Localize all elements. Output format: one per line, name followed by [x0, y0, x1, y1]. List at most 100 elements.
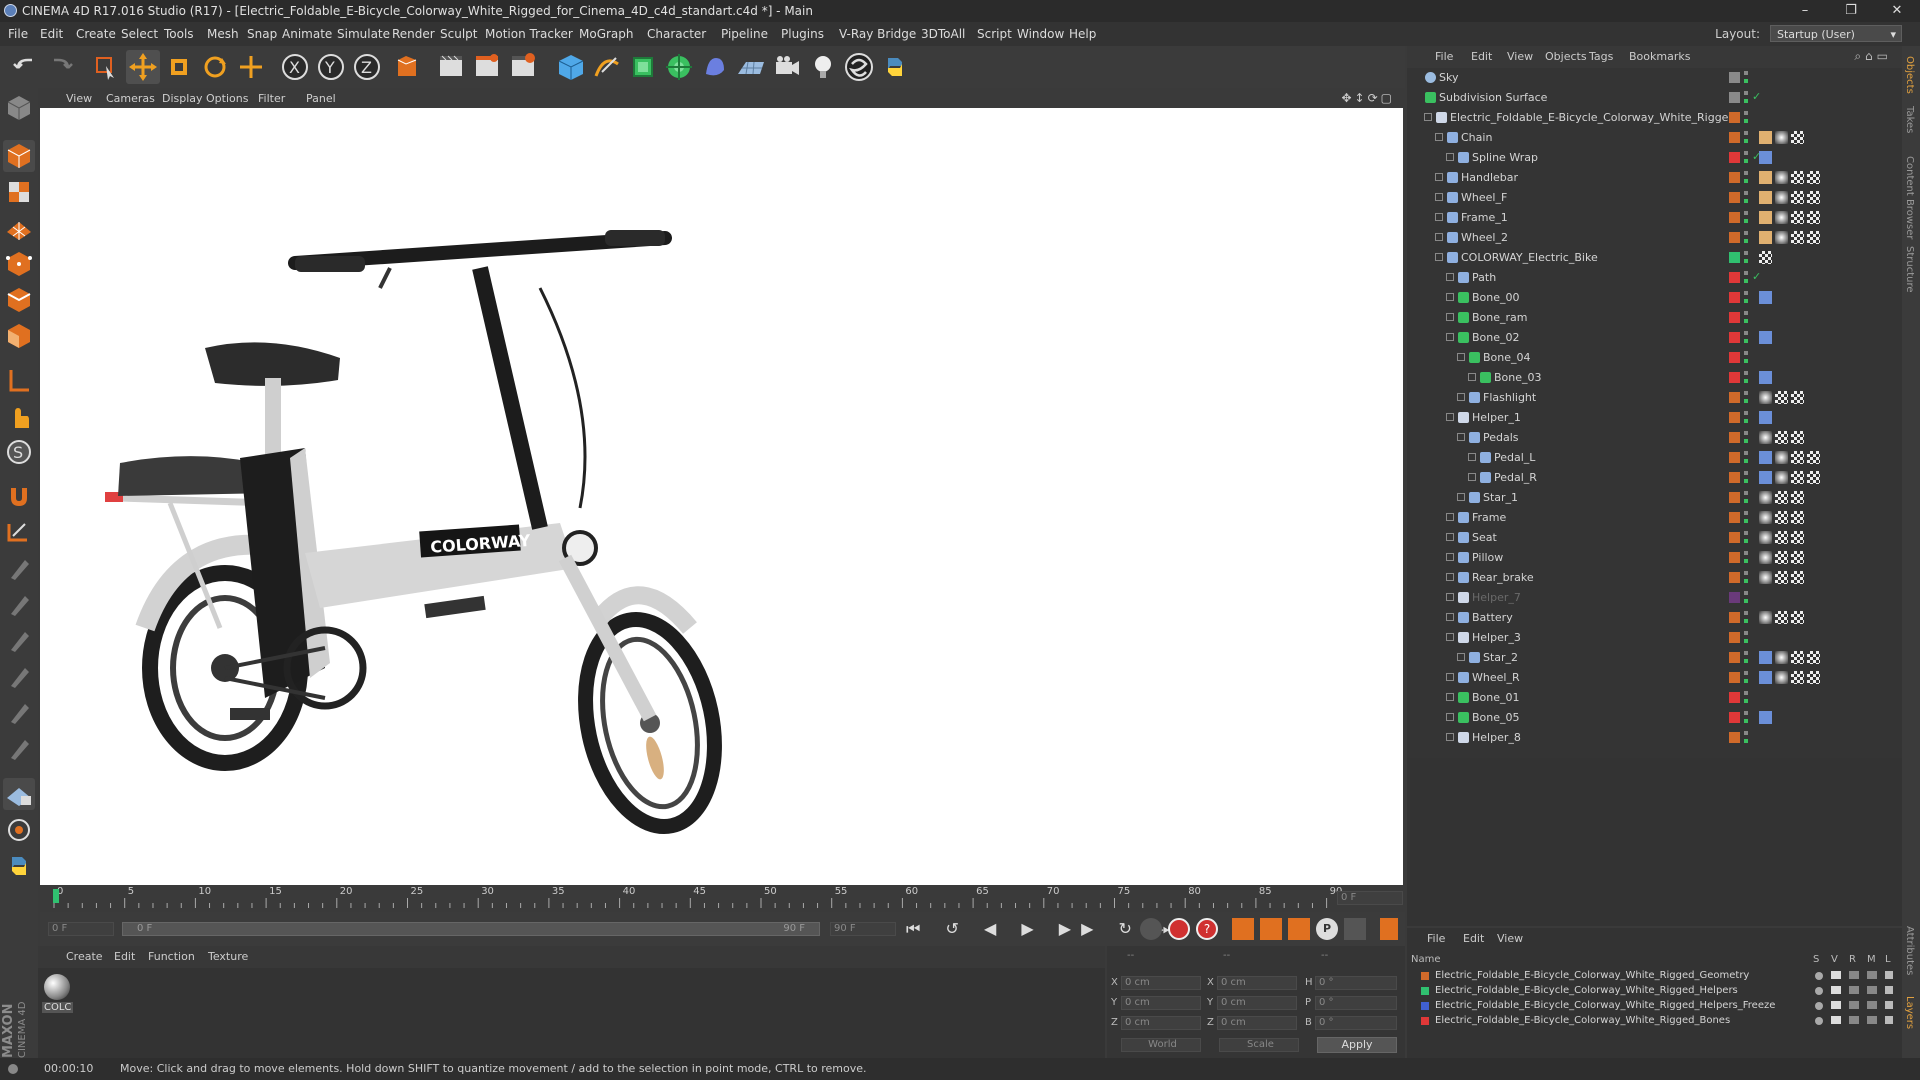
coordinate-system-icon[interactable] [390, 50, 424, 84]
object-tag-icon[interactable] [1759, 431, 1772, 444]
material-menu-edit[interactable]: Edit [114, 950, 135, 963]
move-tool-icon[interactable] [126, 50, 160, 84]
cloner-icon[interactable] [662, 50, 696, 84]
coord-size-y-field[interactable]: 0 cm [1217, 996, 1297, 1010]
layout-dropdown[interactable]: Startup (User) ▾ [1770, 25, 1902, 42]
layer-color-swatch[interactable] [1729, 112, 1740, 123]
menu-tools[interactable]: Tools [164, 27, 194, 41]
visibility-dots-icon[interactable] [1744, 431, 1748, 444]
expand-toggle-icon[interactable] [1468, 473, 1476, 481]
side-tab-content-browser[interactable]: Content Browser [1904, 156, 1915, 239]
coordinate-space-dropdown[interactable]: World [1121, 1038, 1201, 1052]
layer-color-swatch[interactable] [1729, 512, 1740, 523]
material-menu-create[interactable]: Create [66, 950, 103, 963]
visibility-dots-icon[interactable] [1744, 151, 1748, 164]
object-tag-icon[interactable] [1759, 551, 1772, 564]
visibility-dots-icon[interactable] [1744, 371, 1748, 384]
visibility-dots-icon[interactable] [1744, 631, 1748, 644]
expand-toggle-icon[interactable] [1446, 513, 1454, 521]
redo-button[interactable] [44, 50, 78, 84]
object-tag-icon[interactable] [1791, 431, 1804, 444]
minimize-button[interactable]: – [1782, 0, 1828, 22]
object-tag-icon[interactable] [1759, 371, 1772, 384]
object-tag-icon[interactable] [1775, 611, 1788, 624]
expand-toggle-icon[interactable] [1446, 533, 1454, 541]
layer-color-swatch[interactable] [1729, 172, 1740, 183]
coord-rotation-p-field[interactable]: 0 ° [1315, 996, 1397, 1010]
layer-manager-toggle[interactable] [1867, 986, 1877, 994]
side-tab-layers[interactable]: Layers [1904, 996, 1915, 1029]
expand-toggle-icon[interactable] [1457, 353, 1465, 361]
object-row-flashlight[interactable]: Flashlight [1407, 388, 1902, 407]
object-tag-icon[interactable] [1807, 671, 1820, 684]
layer-color-swatch[interactable] [1729, 72, 1740, 83]
preview-range-slider[interactable]: 0 F 90 F [122, 922, 820, 936]
record-disabled-icon[interactable] [1140, 918, 1162, 940]
object-tag-icon[interactable] [1759, 471, 1772, 484]
object-tag-icon[interactable] [1775, 551, 1788, 564]
record-active-keys-icon[interactable] [1168, 918, 1190, 940]
object-tag-icon[interactable] [1775, 471, 1788, 484]
object-row-bone-02[interactable]: Bone_02 [1407, 328, 1902, 347]
visibility-dots-icon[interactable] [1744, 491, 1748, 504]
render-settings-icon[interactable] [506, 50, 540, 84]
object-tag-icon[interactable] [1775, 391, 1788, 404]
menu-motion-tracker[interactable]: Motion Tracker [485, 27, 573, 41]
viewport-menu-display[interactable]: Display [162, 92, 203, 105]
object-tag-icon[interactable] [1791, 171, 1804, 184]
object-row-path[interactable]: Path ✓ [1407, 268, 1902, 287]
menu-create[interactable]: Create [76, 27, 116, 41]
object-tag-icon[interactable] [1759, 711, 1772, 724]
menu-animate[interactable]: Animate [282, 27, 332, 41]
object-row-rear-brake[interactable]: Rear_brake [1407, 568, 1902, 587]
layer-color-swatch[interactable] [1729, 312, 1740, 323]
coord-rotation-b-field[interactable]: 0 ° [1315, 1016, 1397, 1030]
object-tag-icon[interactable] [1759, 671, 1772, 684]
viewport-menu-options[interactable]: Options [206, 92, 248, 105]
layer-name[interactable]: Electric_Foldable_E-Bicycle_Colorway_Whi… [1435, 1000, 1775, 1011]
layer-lock-toggle[interactable] [1885, 971, 1893, 979]
viewport-menu-cameras[interactable]: Cameras [106, 92, 155, 105]
object-tag-icon[interactable] [1775, 491, 1788, 504]
timeline-ruler[interactable]: 0 5 10 15 20 25 30 35 40 45 50 55 60 65 70 75 80 85 90 0 F [40, 886, 1405, 910]
subdivision-surface-icon[interactable] [626, 50, 660, 84]
visibility-dots-icon[interactable] [1744, 111, 1748, 124]
expand-toggle-icon[interactable] [1435, 213, 1443, 221]
layer-color-swatch[interactable] [1729, 292, 1740, 303]
object-tag-icon[interactable] [1791, 451, 1804, 464]
layer-color-swatch[interactable] [1729, 392, 1740, 403]
object-row-pedal-r[interactable]: Pedal_R [1407, 468, 1902, 487]
smooth-brush-icon[interactable] [3, 624, 35, 656]
layer-color-swatch[interactable] [1729, 692, 1740, 703]
playhead-marker[interactable] [53, 889, 59, 903]
timeline-window-icon[interactable] [1380, 918, 1398, 940]
snap-icon[interactable]: S [3, 436, 35, 468]
current-frame-field[interactable]: 0 F [1337, 891, 1403, 905]
object-row-electric-foldable-e-bicycle-colorway-white-rigged[interactable]: Electric_Foldable_E-Bicycle_Colorway_Whi… [1407, 108, 1902, 127]
flatten-brush-icon[interactable] [3, 732, 35, 764]
layer-menu-view[interactable]: View [1497, 932, 1523, 945]
object-row-spline-wrap[interactable]: Spline Wrap ✓ [1407, 148, 1902, 167]
deformer-icon[interactable] [698, 50, 732, 84]
enabled-check-icon[interactable]: ✓ [1752, 270, 1761, 283]
expand-toggle-icon[interactable] [1446, 153, 1454, 161]
key-parameter-icon[interactable]: P [1316, 918, 1338, 940]
render-picture-viewer-icon[interactable] [470, 50, 504, 84]
coord-rotation-h-field[interactable]: 0 ° [1315, 976, 1397, 990]
expand-toggle-icon[interactable] [1446, 273, 1454, 281]
object-tag-icon[interactable] [1759, 411, 1772, 424]
layer-color-swatch[interactable] [1729, 132, 1740, 143]
layer-solo-toggle[interactable] [1815, 972, 1823, 980]
object-row-bone-ram[interactable]: Bone_ram [1407, 308, 1902, 327]
sculpt-brush-icon[interactable] [3, 552, 35, 584]
object-tag-icon[interactable] [1775, 191, 1788, 204]
layer-name[interactable]: Electric_Foldable_E-Bicycle_Colorway_Whi… [1435, 970, 1749, 981]
y-axis-lock-icon[interactable]: Y [314, 50, 348, 84]
material-menu-texture[interactable]: Texture [208, 950, 248, 963]
layer-color-swatch[interactable] [1729, 212, 1740, 223]
material-menu-function[interactable]: Function [148, 950, 195, 963]
object-row-bone-00[interactable]: Bone_00 [1407, 288, 1902, 307]
menu-window[interactable]: Window [1017, 27, 1064, 41]
layer-solo-toggle[interactable] [1815, 1017, 1823, 1025]
visibility-dots-icon[interactable] [1744, 471, 1748, 484]
